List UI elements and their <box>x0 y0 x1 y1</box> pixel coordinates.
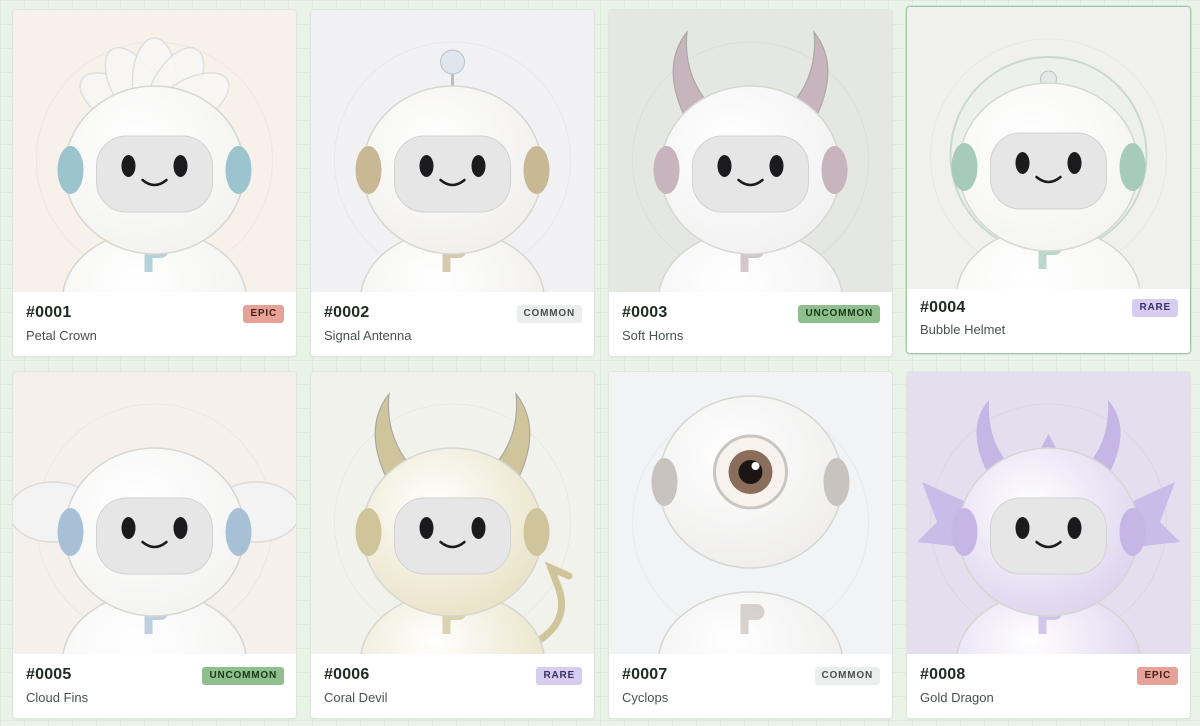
card-name: Coral Devil <box>324 690 388 705</box>
rarity-badge: COMMON <box>516 305 582 323</box>
rarity-badge: EPIC <box>243 305 284 323</box>
card-meta: #0008 EPIC Gold Dragon <box>907 654 1190 718</box>
collectible-card-0001[interactable]: #0001 EPIC Petal Crown <box>12 9 297 357</box>
rarity-badge: EPIC <box>1137 667 1178 685</box>
rarity-badge: UNCOMMON <box>798 305 880 323</box>
card-name: Cloud Fins <box>26 690 89 705</box>
collectible-card-0007[interactable]: #0007 COMMON Cyclops <box>608 371 893 719</box>
rarity-badge: RARE <box>536 667 582 685</box>
card-number: #0002 <box>324 304 370 321</box>
card-number: #0008 <box>920 666 966 683</box>
card-name: Bubble Helmet <box>920 322 1006 337</box>
card-art <box>609 372 892 655</box>
card-name: Signal Antenna <box>324 328 412 343</box>
card-number: #0003 <box>622 304 668 321</box>
card-meta: #0006 RARE Coral Devil <box>311 654 594 718</box>
card-art <box>907 372 1190 655</box>
card-meta: #0004 RARE Bubble Helmet <box>907 289 1190 353</box>
card-art <box>13 10 296 293</box>
collectible-card-0003[interactable]: #0003 UNCOMMON Soft Horns <box>608 9 893 357</box>
collectible-card-0002[interactable]: #0002 COMMON Signal Antenna <box>310 9 595 357</box>
rarity-badge: RARE <box>1132 299 1178 317</box>
card-name: Cyclops <box>622 690 669 705</box>
card-art <box>311 372 594 655</box>
card-meta: #0002 COMMON Signal Antenna <box>311 292 594 356</box>
card-art <box>311 10 594 293</box>
card-meta: #0007 COMMON Cyclops <box>609 654 892 718</box>
card-art <box>13 372 296 655</box>
card-number: #0004 <box>920 299 966 316</box>
collection-grid: #0001 EPIC Petal Crown #0002 COMMON Sign… <box>0 0 1200 726</box>
card-number: #0005 <box>26 666 72 683</box>
collectible-card-0004[interactable]: #0004 RARE Bubble Helmet <box>906 6 1191 354</box>
card-name: Petal Crown <box>26 328 97 343</box>
rarity-badge: UNCOMMON <box>202 667 284 685</box>
card-meta: #0003 UNCOMMON Soft Horns <box>609 292 892 356</box>
card-meta: #0001 EPIC Petal Crown <box>13 292 296 356</box>
card-number: #0001 <box>26 304 72 321</box>
card-art <box>609 10 892 293</box>
card-name: Soft Horns <box>622 328 684 343</box>
card-name: Gold Dragon <box>920 690 994 705</box>
collectible-card-0005[interactable]: #0005 UNCOMMON Cloud Fins <box>12 371 297 719</box>
rarity-badge: COMMON <box>814 667 880 685</box>
card-number: #0007 <box>622 666 668 683</box>
card-number: #0006 <box>324 666 370 683</box>
collectible-card-0008[interactable]: #0008 EPIC Gold Dragon <box>906 371 1191 719</box>
collectible-card-0006[interactable]: #0006 RARE Coral Devil <box>310 371 595 719</box>
card-art <box>907 7 1190 290</box>
card-meta: #0005 UNCOMMON Cloud Fins <box>13 654 296 718</box>
